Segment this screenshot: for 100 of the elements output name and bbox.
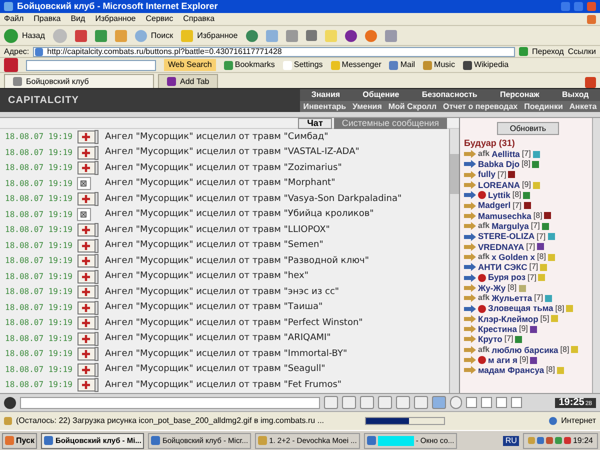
user-name[interactable]: Жульетта [492,294,532,303]
menu-item[interactable]: Справка [183,15,215,23]
info-badge[interactable] [542,222,549,230]
user-name[interactable]: м аги я [488,356,518,364]
music-button[interactable] [432,396,446,409]
close-button[interactable] [466,397,477,408]
search-button[interactable]: Поиск [134,30,174,42]
menu-item[interactable]: Правка [34,15,61,23]
web-search-button[interactable]: Web Search [164,59,216,71]
game-nav-link[interactable]: Поединки [524,100,563,112]
chat-tab[interactable]: Чат [298,118,332,129]
emblem-icon [478,191,486,200]
info-badge[interactable] [524,202,530,210]
menu-item[interactable]: Избранное [95,15,136,23]
close-button[interactable] [481,397,492,408]
menu-item[interactable]: Вид [70,15,86,23]
user-name[interactable]: Клэр-Клеймор [478,314,538,324]
user-name[interactable]: Зловещая тьма [488,304,554,313]
info-badge[interactable] [523,192,530,199]
message-time: 18.08.07 19:19 [5,286,74,298]
yahoo-search-field[interactable] [26,60,156,70]
address-field[interactable]: http://capitalcity.combats.ru/buttons.pl?battle=0.430716117771428 [33,46,516,56]
info-badge[interactable] [544,212,552,220]
user-name[interactable]: Margulya [492,222,529,230]
yahoo-toolbar-item[interactable]: Mail [389,59,416,71]
scrollbar[interactable] [449,129,459,393]
go-button[interactable]: Переход [519,46,564,58]
message-time: 18.08.07 19:19 [5,162,74,174]
refresh-button[interactable]: Обновить [496,122,560,135]
info-badge[interactable] [530,326,537,333]
menu-item[interactable]: Сервис [146,15,174,23]
user-name[interactable]: мадам Франсуа [478,366,544,375]
afk-label: afk [478,253,490,262]
user-name[interactable]: люблю барсика [492,346,558,354]
links-button[interactable]: Ссылки [568,46,596,58]
info-badge[interactable] [537,243,544,250]
close-button[interactable] [511,397,522,408]
user-level: [7] [530,222,540,230]
info-badge[interactable] [530,356,538,364]
user-name[interactable]: VREDNAYA [478,242,524,252]
start-button[interactable]: Пуск [2,432,38,448]
smiley-button[interactable] [450,396,462,409]
game-nav-link[interactable]: Безопасность [422,88,478,100]
afk-label: afk [478,150,490,158]
user-level: [8] [546,366,555,374]
save-button[interactable] [378,396,392,409]
browser-tab[interactable]: Бойцовский клуб [4,74,154,88]
user-name[interactable]: АНТИ СЭКС [478,263,528,272]
user-name[interactable]: STERE-OLIZA [478,232,535,241]
chat-message: Ангел "Мусорщик" исцелил от травм "Vasya-Son Darkpaladina" [105,192,402,206]
user-name[interactable]: Mamusechka [478,212,532,220]
language-indicator[interactable]: RU [503,436,519,446]
chat-message: Ангел "Мусорщик" исцелил от травм "Semen" [105,239,324,252]
game-nav-link[interactable]: Умения [352,100,382,112]
game-nav-link[interactable]: Знания [311,88,340,100]
menu-item[interactable]: Файл [4,15,24,23]
eraser-button[interactable] [342,396,356,409]
browser-tab[interactable]: Add Tab [158,74,218,88]
info-badge[interactable] [508,171,516,178]
yahoo-toolbar-item[interactable]: Wikipedia [462,59,509,71]
user-name[interactable]: Madgerl [478,201,511,210]
game-nav-link[interactable]: Анкета [569,100,597,112]
yahoo-toolbar-item[interactable]: Messenger [330,59,382,71]
user-level: [8] [555,304,564,313]
info-badge[interactable] [515,336,522,343]
chat-message: Ангел "Мусорщик" исцелил от травм "LLIOPOX" [105,224,330,236]
yahoo-toolbar-item[interactable]: Music [423,59,455,71]
game-nav-link[interactable]: Персонаж [500,88,540,100]
game-nav-link[interactable]: Отчет о переводах [443,100,518,112]
game-nav-link[interactable]: Общение [362,88,400,100]
info-badge[interactable] [532,160,540,168]
chat-message: Ангел "Мусорщик" исцелил от травм "Seagull" [105,363,326,376]
favorites-button[interactable]: Избранное [181,30,238,42]
message-time: 18.08.07 19:19 [5,178,74,190]
yahoo-toolbar-item[interactable]: Settings [282,59,323,71]
game-nav-link[interactable]: Инвентарь [303,100,346,112]
user-level: [9] [518,325,528,334]
walk-button[interactable] [396,396,410,409]
user-name[interactable]: Круто [478,335,502,344]
yahoo-toolbar-item[interactable]: Bookmarks [224,59,275,71]
scroll-icon [77,146,99,160]
user-name[interactable]: Жу-Жу [478,284,506,292]
user-name[interactable]: fully [478,170,496,179]
user-name[interactable]: Aellitta [492,150,520,158]
user-name[interactable]: Буря роз [488,273,526,282]
enter-button[interactable] [324,396,338,409]
message-time: 18.08.07 19:19 [5,332,74,345]
game-nav-link[interactable]: Мой Скролл [388,100,437,112]
user-name[interactable]: LOREANA [478,180,520,190]
scrollbar[interactable] [592,118,600,393]
filter-button[interactable] [360,396,374,409]
chat-input-field[interactable] [20,396,320,408]
game-nav-link[interactable]: Выход [562,88,589,100]
user-name[interactable]: x Golden x [492,252,536,262]
user-name[interactable]: Babka Djo [478,160,520,169]
close-button[interactable] [496,397,507,408]
translit-button[interactable] [414,396,428,409]
user-name[interactable]: Крестина [478,324,517,334]
back-button[interactable]: Назад [4,28,45,42]
user-name[interactable]: Lyttik [488,191,510,200]
